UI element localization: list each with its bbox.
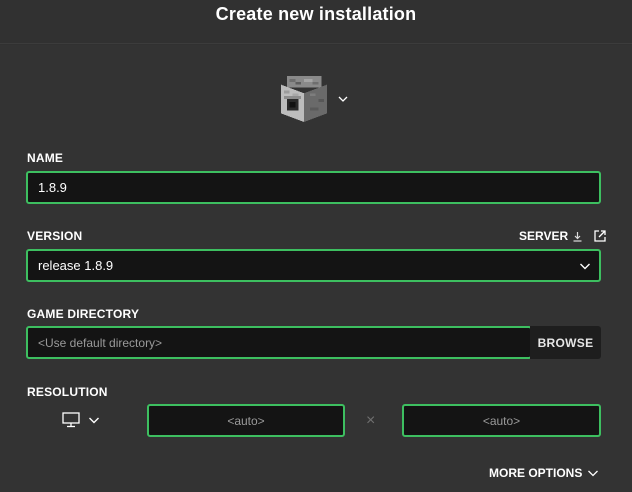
game-directory-input[interactable] (26, 326, 532, 359)
resolution-width-input[interactable] (147, 404, 345, 437)
version-label: VERSION (27, 229, 83, 243)
chevron-down-icon (588, 470, 599, 477)
resolution-separator: × (366, 412, 376, 429)
installation-icon-selector[interactable] (281, 74, 349, 124)
resolution-height-input[interactable] (402, 404, 601, 437)
browse-button[interactable]: BROWSE (530, 326, 601, 359)
furnace-icon (281, 76, 327, 122)
version-selected-value: release 1.8.9 (38, 258, 114, 273)
name-input[interactable] (26, 171, 601, 204)
resolution-preset-selector[interactable] (62, 410, 100, 430)
dialog-title: Create new installation (215, 4, 417, 24)
download-icon (573, 231, 582, 242)
more-options-label: MORE OPTIONS (489, 466, 583, 480)
external-link-icon (594, 230, 606, 242)
version-select[interactable]: release 1.8.9 (26, 249, 601, 282)
more-options-toggle[interactable]: MORE OPTIONS (489, 465, 599, 481)
dialog-header: Create new installation (0, 0, 632, 44)
chevron-down-icon (580, 263, 590, 270)
resolution-label: RESOLUTION (27, 385, 108, 399)
server-link-label: SERVER (519, 229, 569, 243)
monitor-icon (62, 412, 80, 428)
name-label: NAME (27, 151, 64, 165)
game-directory-label: GAME DIRECTORY (27, 307, 140, 321)
chevron-down-icon (89, 417, 99, 424)
server-download-link[interactable]: SERVER (519, 229, 607, 243)
chevron-down-icon (338, 96, 348, 102)
